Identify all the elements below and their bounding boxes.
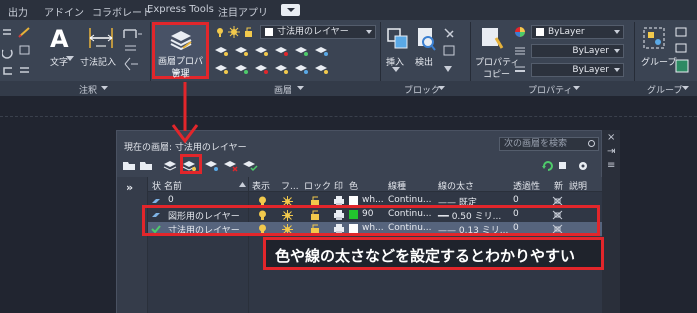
linetype-dropdown-value: ByLayer (572, 46, 609, 56)
col-lock[interactable]: ロック (304, 179, 331, 192)
autocad-window: 出力 アドイン コラボレート Express Tools 注目アプリ A 文字 … (0, 0, 697, 313)
col-transparency[interactable]: 透過性 (513, 179, 540, 192)
panel-layers-label[interactable]: 画層 (274, 83, 292, 96)
col-plot[interactable]: 印 (334, 179, 343, 192)
properties-copy-label-line2[interactable]: コピー (483, 67, 510, 80)
col-new[interactable]: 新 (554, 179, 563, 192)
layer-search-input[interactable]: 次の画層を検索 (499, 137, 599, 151)
layer-transparency[interactable]: 0 (513, 195, 519, 205)
draw-tools-icon[interactable] (2, 26, 14, 78)
chevron-down-icon[interactable] (66, 56, 74, 62)
panel-groups-label[interactable]: グループ (647, 83, 682, 96)
detect-icon[interactable] (415, 26, 437, 52)
annotation-callout: 色や線の太さなどを設定するとわかりやすい (263, 237, 604, 270)
table-header: 状 名前 表示 フ... ロック 印 色 線種 線の太さ 透過性 新 説明 (148, 177, 602, 192)
color-wheel-icon[interactable] (514, 26, 526, 38)
chevron-down-icon[interactable] (682, 86, 689, 91)
layer-color[interactable]: wh... (362, 195, 384, 205)
text-icon[interactable]: A (48, 25, 74, 51)
tab-addins[interactable]: アドイン (44, 4, 84, 19)
col-on[interactable]: 表示 (252, 179, 270, 192)
col-lineweight[interactable]: 線の太さ (438, 179, 474, 192)
panel-block-label[interactable]: ブロック (404, 83, 440, 96)
chevron-down-icon[interactable] (392, 67, 400, 73)
layer-properties-label-line2: 管理 (171, 69, 190, 79)
col-description[interactable]: 説明 (569, 179, 587, 192)
layer-search-placeholder: 次の画層を検索 (504, 139, 568, 149)
match-properties-icon[interactable] (480, 26, 504, 52)
close-icon[interactable]: × (607, 132, 615, 143)
lineweight-dropdown[interactable]: ByLayer (531, 63, 624, 77)
palette-menu-icon[interactable]: ≡ (607, 160, 615, 171)
layer-dropdown-value: 寸法用のレイヤー (277, 27, 349, 37)
palette-right-tools[interactable] (541, 159, 599, 173)
linetype-dropdown[interactable]: ByLayer (531, 44, 624, 58)
group-button-label[interactable]: グループ (641, 55, 676, 68)
panel-annotation-label[interactable]: 注釈 (79, 83, 97, 96)
block-tools-icons[interactable] (442, 26, 458, 76)
layer-state-icons[interactable] (215, 26, 259, 38)
expand-filter-icon[interactable]: » (126, 181, 133, 194)
layer-linetype[interactable]: Continu... (388, 195, 432, 205)
palette-title-bar[interactable]: × ⇥ ≡ (602, 130, 620, 313)
color-dropdown-value: ByLayer (548, 27, 585, 37)
auto-hide-icon[interactable]: ⇥ (607, 146, 615, 157)
group-tools-icons[interactable] (674, 26, 694, 76)
col-status[interactable]: 状 (152, 179, 161, 192)
linetype-icon[interactable] (514, 45, 526, 57)
layer-status-icon (152, 199, 160, 203)
layer-dropdown[interactable]: 寸法用のレイヤー (260, 25, 376, 39)
ribbon-tab-bar: 出力 アドイン コラボレート Express Tools 注目アプリ (0, 0, 697, 20)
lineweight-dropdown-value: ByLayer (572, 65, 609, 75)
chevron-down-icon[interactable] (573, 86, 580, 91)
col-color[interactable]: 色 (349, 179, 358, 192)
insert-block-icon[interactable] (385, 26, 411, 52)
layer-tools-icons[interactable] (213, 44, 377, 78)
layer-filter-pane[interactable]: » (117, 177, 148, 313)
detect-button-label[interactable]: 検出 (415, 55, 433, 68)
new-layer-button-highlight[interactable] (180, 154, 202, 174)
color-swatch[interactable] (349, 196, 358, 205)
dimension-icon[interactable] (88, 26, 114, 50)
annotation-text: 色や線の太さなどを設定するとわかりやすい (275, 247, 576, 265)
sort-ascending-icon (239, 182, 246, 187)
tab-collaborate[interactable]: コラボレート (92, 4, 152, 19)
chevron-down-icon[interactable] (101, 86, 108, 91)
col-name[interactable]: 名前 (164, 179, 182, 192)
ribbon-panel-labels: 注釈 画層 ブロック プロパティ グループ (0, 81, 697, 96)
chevron-down-icon[interactable] (297, 86, 304, 91)
layer-rows-highlight (142, 205, 600, 236)
layer-stack-icon (170, 31, 192, 51)
tab-featured-apps[interactable]: 注目アプリ (218, 4, 268, 19)
group-icon[interactable] (642, 26, 668, 50)
modify-tools-icon[interactable] (17, 26, 33, 78)
layer-name[interactable]: 0 (168, 195, 174, 205)
search-icon (588, 140, 595, 147)
annotation-tools-icon[interactable] (122, 26, 144, 80)
layer-properties-manager-button[interactable]: 画層プロパティ 管理 (152, 22, 209, 80)
chevron-down-icon[interactable] (438, 86, 445, 91)
drawing-area-divider (0, 116, 697, 117)
tab-express-tools[interactable]: Express Tools (147, 4, 214, 15)
color-dropdown[interactable]: ByLayer (531, 25, 624, 39)
tab-output[interactable]: 出力 (8, 4, 28, 19)
panel-properties-label[interactable]: プロパティ (528, 83, 572, 96)
dimension-button-label[interactable]: 寸法記入 (80, 55, 116, 68)
col-linetype[interactable]: 線種 (388, 179, 406, 192)
current-layer-text: 現在の画層: 寸法用のレイヤー (124, 143, 247, 153)
ribbon-minimize-toggle[interactable] (281, 4, 300, 16)
lineweight-icon[interactable] (514, 64, 526, 76)
col-freeze[interactable]: フ... (281, 179, 299, 192)
svg-text:A: A (50, 25, 69, 51)
